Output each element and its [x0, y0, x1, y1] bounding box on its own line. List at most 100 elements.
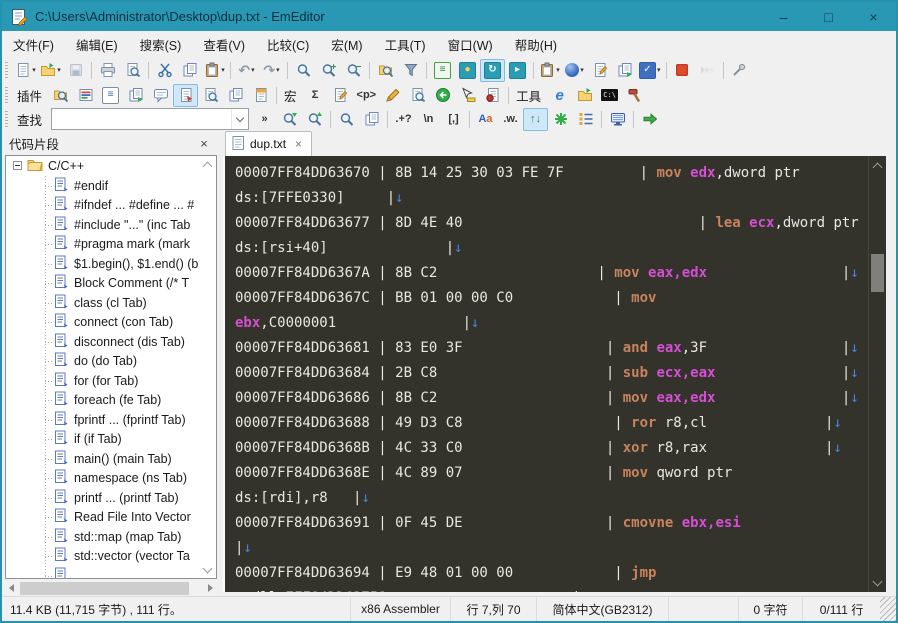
- tab-close-icon[interactable]: ×: [295, 137, 302, 151]
- status-cell[interactable]: 行 7,列 70: [450, 597, 536, 621]
- play-macro-button[interactable]: [612, 59, 637, 82]
- snippet-item[interactable]: namespace (ns Tab): [6, 469, 216, 489]
- macro-sum-button[interactable]: Σ: [303, 84, 328, 107]
- compare-button[interactable]: ≡: [430, 59, 455, 82]
- paste-button[interactable]: ▾: [202, 59, 227, 82]
- editor-vertical-scrollbar[interactable]: [868, 156, 886, 592]
- snippet-item[interactable]: std::map (map Tab): [6, 527, 216, 547]
- command-prompt-button[interactable]: C:\: [597, 84, 622, 107]
- display-mode-button[interactable]: [605, 108, 630, 131]
- ruler-select-button[interactable]: [455, 84, 480, 107]
- browser-back-button[interactable]: [430, 84, 455, 107]
- plugin-search-button[interactable]: [198, 84, 223, 107]
- snippet-item[interactable]: $1.begin(), $1.end() (b: [6, 254, 216, 274]
- find-button[interactable]: [291, 59, 316, 82]
- menu-item[interactable]: 宏(M): [320, 31, 373, 57]
- plugin-outline-button[interactable]: ≡: [98, 84, 123, 107]
- snippet-item[interactable]: do (do Tab): [6, 352, 216, 372]
- snippet-item[interactable]: class (cl Tab): [6, 293, 216, 313]
- snippet-item[interactable]: disconnect (dis Tab): [6, 332, 216, 352]
- snippet-item[interactable]: connect (con Tab): [6, 313, 216, 333]
- plugin-html-bar-button[interactable]: [73, 84, 98, 107]
- regex-toggle-button[interactable]: .+?: [391, 108, 416, 131]
- menu-item[interactable]: 查看(V): [192, 31, 256, 57]
- edit-macro-button[interactable]: [328, 84, 353, 107]
- print-preview-button[interactable]: [120, 59, 145, 82]
- escape-toggle-button[interactable]: \n: [416, 108, 441, 131]
- status-cell[interactable]: 0/111 行: [802, 597, 880, 621]
- open-file-button[interactable]: ▾: [38, 59, 63, 82]
- tree-folder-c-cpp[interactable]: C/C++: [6, 156, 216, 176]
- menu-item[interactable]: 编辑(E): [65, 31, 129, 57]
- snippet-item[interactable]: for (for Tab): [6, 371, 216, 391]
- snippet-item[interactable]: #include "..." (inc Tab: [6, 215, 216, 235]
- tree-scroll-down-icon[interactable]: [201, 563, 213, 574]
- snippet-item[interactable]: #pragma mark (mark: [6, 235, 216, 255]
- status-cell[interactable]: [668, 597, 738, 621]
- sidebar-horizontal-scrollbar[interactable]: [5, 581, 217, 596]
- zoom-in-button[interactable]: +: [316, 59, 341, 82]
- toolbar-drag-handle[interactable]: [5, 62, 8, 78]
- snippet-item[interactable]: Read File Into Vector: [6, 508, 216, 528]
- macro-list-button[interactable]: ✓ ▾: [637, 59, 663, 82]
- snippet-item[interactable]: printf ... (printf Tab): [6, 488, 216, 508]
- zoom-out-button[interactable]: −: [341, 59, 366, 82]
- close-button[interactable]: ×: [851, 2, 896, 31]
- plugin-word-complete-button[interactable]: [148, 84, 173, 107]
- macro-properties-button[interactable]: [380, 84, 405, 107]
- tab-dup-txt[interactable]: dup.txt ×: [225, 131, 313, 156]
- find-input[interactable]: [52, 111, 232, 127]
- find-all-button[interactable]: [334, 108, 359, 131]
- menu-item[interactable]: 文件(F): [2, 31, 65, 57]
- record-macro-button[interactable]: [587, 59, 612, 82]
- snippet-item[interactable]: std::vector (vector Ta: [6, 547, 216, 567]
- find-combobox[interactable]: [51, 108, 250, 130]
- snippet-item[interactable]: [6, 566, 216, 578]
- web-browser-button[interactable]: ▾: [562, 59, 587, 82]
- menu-item[interactable]: 比较(C): [256, 31, 320, 57]
- redo-button[interactable]: ↷ ▾: [259, 59, 284, 82]
- copy-results-button[interactable]: [359, 108, 384, 131]
- snippet-item[interactable]: Block Comment (/* T: [6, 274, 216, 294]
- menu-item[interactable]: 搜索(S): [129, 31, 193, 57]
- snippet-item[interactable]: #endif: [6, 176, 216, 196]
- copy-button[interactable]: [177, 59, 202, 82]
- whole-word-button[interactable]: .w.: [498, 108, 523, 131]
- status-cell[interactable]: x86 Assembler: [350, 597, 450, 621]
- undo-button[interactable]: ↶ ▾: [234, 59, 259, 82]
- status-cell[interactable]: 0 字符: [738, 597, 802, 621]
- macro-library-button[interactable]: [405, 84, 430, 107]
- tree-expand-icon[interactable]: [13, 159, 22, 173]
- minimize-button[interactable]: –: [761, 2, 806, 31]
- scroll-right-icon[interactable]: [208, 584, 213, 592]
- count-matches-button[interactable]: [573, 108, 598, 131]
- snippet-item[interactable]: main() (main Tab): [6, 449, 216, 469]
- customize-button[interactable]: [727, 59, 752, 82]
- plugin-explorer-button[interactable]: [48, 84, 73, 107]
- plugin-snippets-button[interactable]: [173, 83, 199, 107]
- build-hammer-button[interactable]: [622, 84, 647, 107]
- compare-options-button[interactable]: ●: [455, 59, 480, 82]
- jump-next-button[interactable]: [637, 108, 662, 131]
- scroll-left-icon[interactable]: [9, 584, 14, 592]
- menu-item[interactable]: 窗口(W): [437, 31, 504, 57]
- panel-close-icon[interactable]: ×: [195, 136, 213, 151]
- new-file-button[interactable]: ▾: [13, 59, 38, 82]
- filter-button[interactable]: [398, 59, 423, 82]
- html-tag-button[interactable]: <p>: [353, 84, 381, 107]
- search-up-down-button[interactable]: ↑↓: [523, 107, 549, 131]
- toolbar-overflow-button[interactable]: »: [252, 108, 277, 131]
- toolbar-drag-handle[interactable]: [5, 87, 8, 103]
- match-case-button[interactable]: Aa: [473, 108, 498, 131]
- snippet-item[interactable]: if (if Tab): [6, 430, 216, 450]
- editor-text-area[interactable]: 00007FF84DD63670 | 8B 14 25 30 03 FE 7F …: [225, 156, 868, 592]
- plugin-projects-button[interactable]: [223, 84, 248, 107]
- highlight-all-button[interactable]: [548, 108, 573, 131]
- clipboard-history-button[interactable]: ▾: [537, 59, 562, 82]
- snippets-tree[interactable]: C/C++ #endif #ifndef ... #define ... # #inc…: [5, 155, 217, 579]
- find-in-files-button[interactable]: [373, 59, 398, 82]
- menu-item[interactable]: 工具(T): [374, 31, 437, 57]
- error-list-button[interactable]: [480, 84, 505, 107]
- open-folder-tool-button[interactable]: [572, 84, 597, 107]
- resize-grip[interactable]: [880, 597, 896, 621]
